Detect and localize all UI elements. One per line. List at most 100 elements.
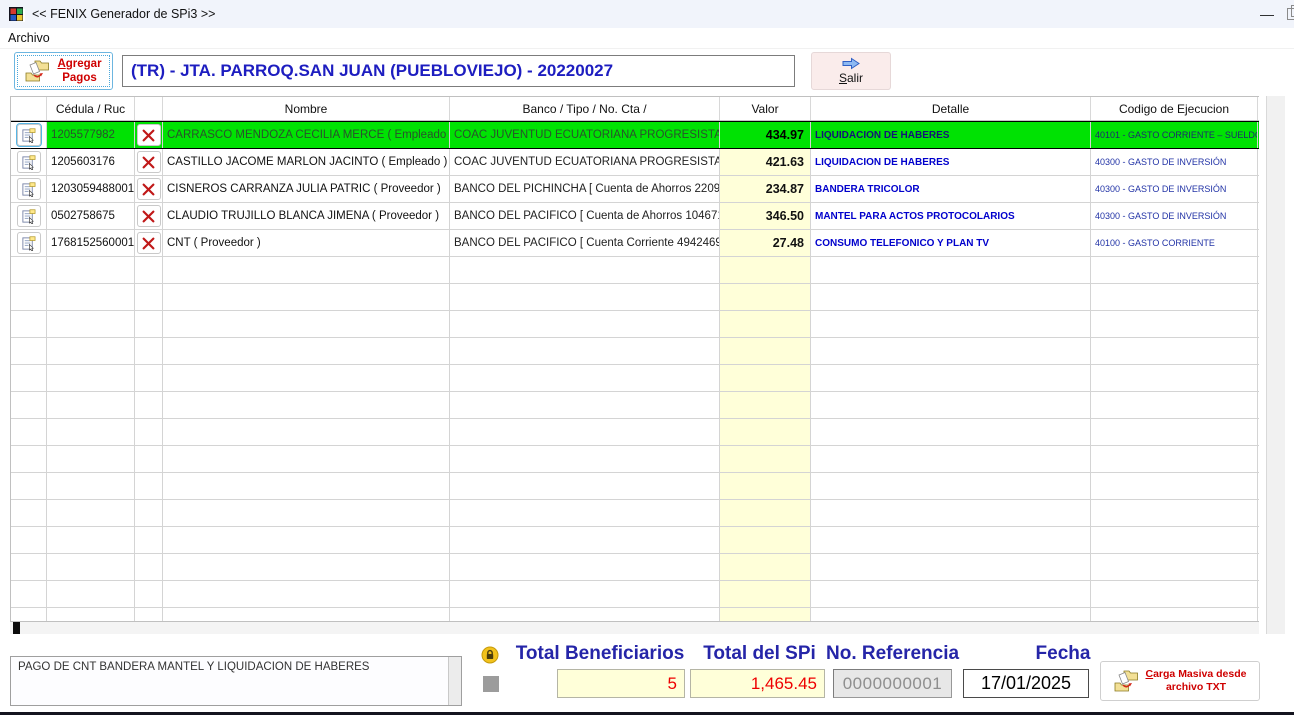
edit-cell [11, 527, 47, 553]
col-header-banco: Banco / Tipo / No. Cta / [450, 97, 720, 120]
banco-cell [450, 284, 720, 310]
delete-cell [135, 149, 163, 175]
cedula-cell [47, 392, 135, 418]
salir-label: Salir [839, 71, 863, 85]
banco-cell [450, 365, 720, 391]
valor-cell [720, 257, 811, 283]
detalle-cell [811, 554, 1091, 580]
detalle-cell [811, 608, 1091, 622]
codigo-cell [1091, 608, 1258, 622]
observaciones-scrollbar[interactable] [448, 657, 461, 705]
nombre-cell [163, 581, 450, 607]
banco-cell [450, 527, 720, 553]
entity-field[interactable]: (TR) - JTA. PARROQ.SAN JUAN (PUEBLOVIEJO… [122, 55, 795, 87]
delete-row-button[interactable] [137, 232, 161, 254]
edit-row-button[interactable] [17, 232, 41, 254]
banco-cell [450, 446, 720, 472]
cedula-cell [47, 365, 135, 391]
delete-cell [135, 311, 163, 337]
empty-table-row [11, 473, 1259, 500]
edit-cell [11, 338, 47, 364]
minimize-button[interactable]: — [1247, 6, 1287, 22]
edit-cell [11, 581, 47, 607]
codigo-cell: 40300 - GASTO DE INVERSIÓN [1091, 149, 1258, 175]
valor-cell: 27.48 [720, 230, 811, 256]
banco-cell: COAC JUVENTUD ECUATORIANA PROGRESISTA LT… [450, 149, 720, 175]
nombre-cell: CISNEROS CARRANZA JULIA PATRIC ( Proveed… [163, 176, 450, 202]
detalle-cell: BANDERA TRICOLOR [811, 176, 1091, 202]
grid-horizontal-scrollbar[interactable] [10, 622, 1259, 634]
codigo-cell [1091, 338, 1258, 364]
menu-bar: Archivo [0, 28, 1294, 49]
nombre-cell [163, 338, 450, 364]
delete-x-icon [142, 237, 155, 250]
table-row[interactable]: 1203059488001 CISNEROS CARRANZA JULIA PAT… [11, 176, 1259, 203]
app-window: << FENIX Generador de SPi3 >> — Archivo … [0, 0, 1294, 715]
cedula-cell [47, 257, 135, 283]
table-row[interactable]: 1205577982CARRASCO MENDOZA CECILIA MERCE… [11, 121, 1259, 149]
fecha-field[interactable]: 17/01/2025 [963, 669, 1089, 698]
nombre-cell: CASTILLO JACOME MARLON JACINTO ( Emplead… [163, 149, 450, 175]
col-header-nombre: Nombre [163, 97, 450, 120]
salir-button[interactable]: Salir [811, 52, 891, 90]
edit-row-button[interactable] [17, 151, 41, 173]
banco-cell: COAC JUVENTUD ECUATORIANA PROGRESISTA LT… [450, 122, 720, 148]
empty-table-row [11, 608, 1259, 622]
lock-icon[interactable] [481, 646, 499, 664]
cedula-cell: 1203059488001 [47, 176, 135, 202]
valor-cell [720, 365, 811, 391]
table-row[interactable]: 1205603176CASTILLO JACOME MARLON JACINTO… [11, 149, 1259, 176]
table-row[interactable]: 0502758675CLAUDIO TRUJILLO BLANCA JIMENA… [11, 203, 1259, 230]
cedula-cell [47, 311, 135, 337]
empty-table-row [11, 257, 1259, 284]
total-beneficiarios-field[interactable]: 5 [557, 669, 685, 698]
banco-cell: BANCO DEL PICHINCHA [ Cuenta de Ahorros … [450, 176, 720, 202]
col-header-cedula: Cédula / Ruc [47, 97, 135, 120]
edit-cell [11, 365, 47, 391]
banco-cell: BANCO DEL PACIFICO [ Cuenta Corriente 49… [450, 230, 720, 256]
delete-row-button[interactable] [137, 151, 161, 173]
edit-cell [11, 392, 47, 418]
empty-table-row [11, 446, 1259, 473]
empty-table-row [11, 581, 1259, 608]
delete-row-button[interactable] [137, 124, 161, 146]
cedula-cell: 1205577982 [47, 122, 135, 148]
total-beneficiarios-label: Total Beneficiarios [510, 643, 690, 667]
carga-masiva-label: Carga Masiva desde archivo TXT [1146, 668, 1247, 694]
delete-row-button[interactable] [137, 178, 161, 200]
edit-row-button[interactable] [17, 205, 41, 227]
codigo-cell: 40100 - GASTO CORRIENTE [1091, 230, 1258, 256]
no-referencia-field[interactable]: 0000000001 [833, 669, 952, 698]
delete-row-button[interactable] [137, 205, 161, 227]
banco-cell [450, 338, 720, 364]
edit-row-button[interactable] [17, 124, 41, 146]
table-row[interactable]: 1768152560001CNT ( Proveedor )BANCO DEL … [11, 230, 1259, 257]
grid-vertical-scrollbar[interactable] [1266, 96, 1285, 634]
grid-body: 1205577982CARRASCO MENDOZA CECILIA MERCE… [11, 121, 1259, 622]
detalle-cell: MANTEL PARA ACTOS PROTOCOLARIOS [811, 203, 1091, 229]
horizontal-scrollbar-thumb[interactable] [13, 622, 20, 634]
total-spi-field[interactable]: 1,465.45 [690, 669, 825, 698]
restore-button[interactable] [1287, 8, 1294, 20]
edit-cell [11, 284, 47, 310]
title-bar: << FENIX Generador de SPi3 >> — [0, 0, 1294, 28]
edit-cell [11, 419, 47, 445]
grid-header-row: Cédula / Ruc Nombre Banco / Tipo / No. C… [11, 97, 1259, 121]
edit-row-button[interactable] [17, 178, 41, 200]
carga-masiva-button[interactable]: Carga Masiva desde archivo TXT [1100, 661, 1260, 701]
menu-archivo[interactable]: Archivo [0, 29, 58, 47]
window-title: << FENIX Generador de SPi3 >> [32, 7, 215, 21]
agregar-pagos-button[interactable]: Agregar Pagos [14, 52, 113, 90]
observaciones-textarea[interactable]: PAGO DE CNT BANDERA MANTEL Y LIQUIDACION… [10, 656, 462, 706]
delete-cell [135, 338, 163, 364]
edit-cell [11, 608, 47, 622]
edit-cell [11, 203, 47, 229]
detalle-cell [811, 284, 1091, 310]
valor-cell [720, 608, 811, 622]
nombre-cell: CNT ( Proveedor ) [163, 230, 450, 256]
cedula-cell [47, 419, 135, 445]
valor-cell [720, 581, 811, 607]
detalle-cell [811, 365, 1091, 391]
no-referencia-label: No. Referencia [826, 643, 959, 667]
codigo-cell [1091, 284, 1258, 310]
